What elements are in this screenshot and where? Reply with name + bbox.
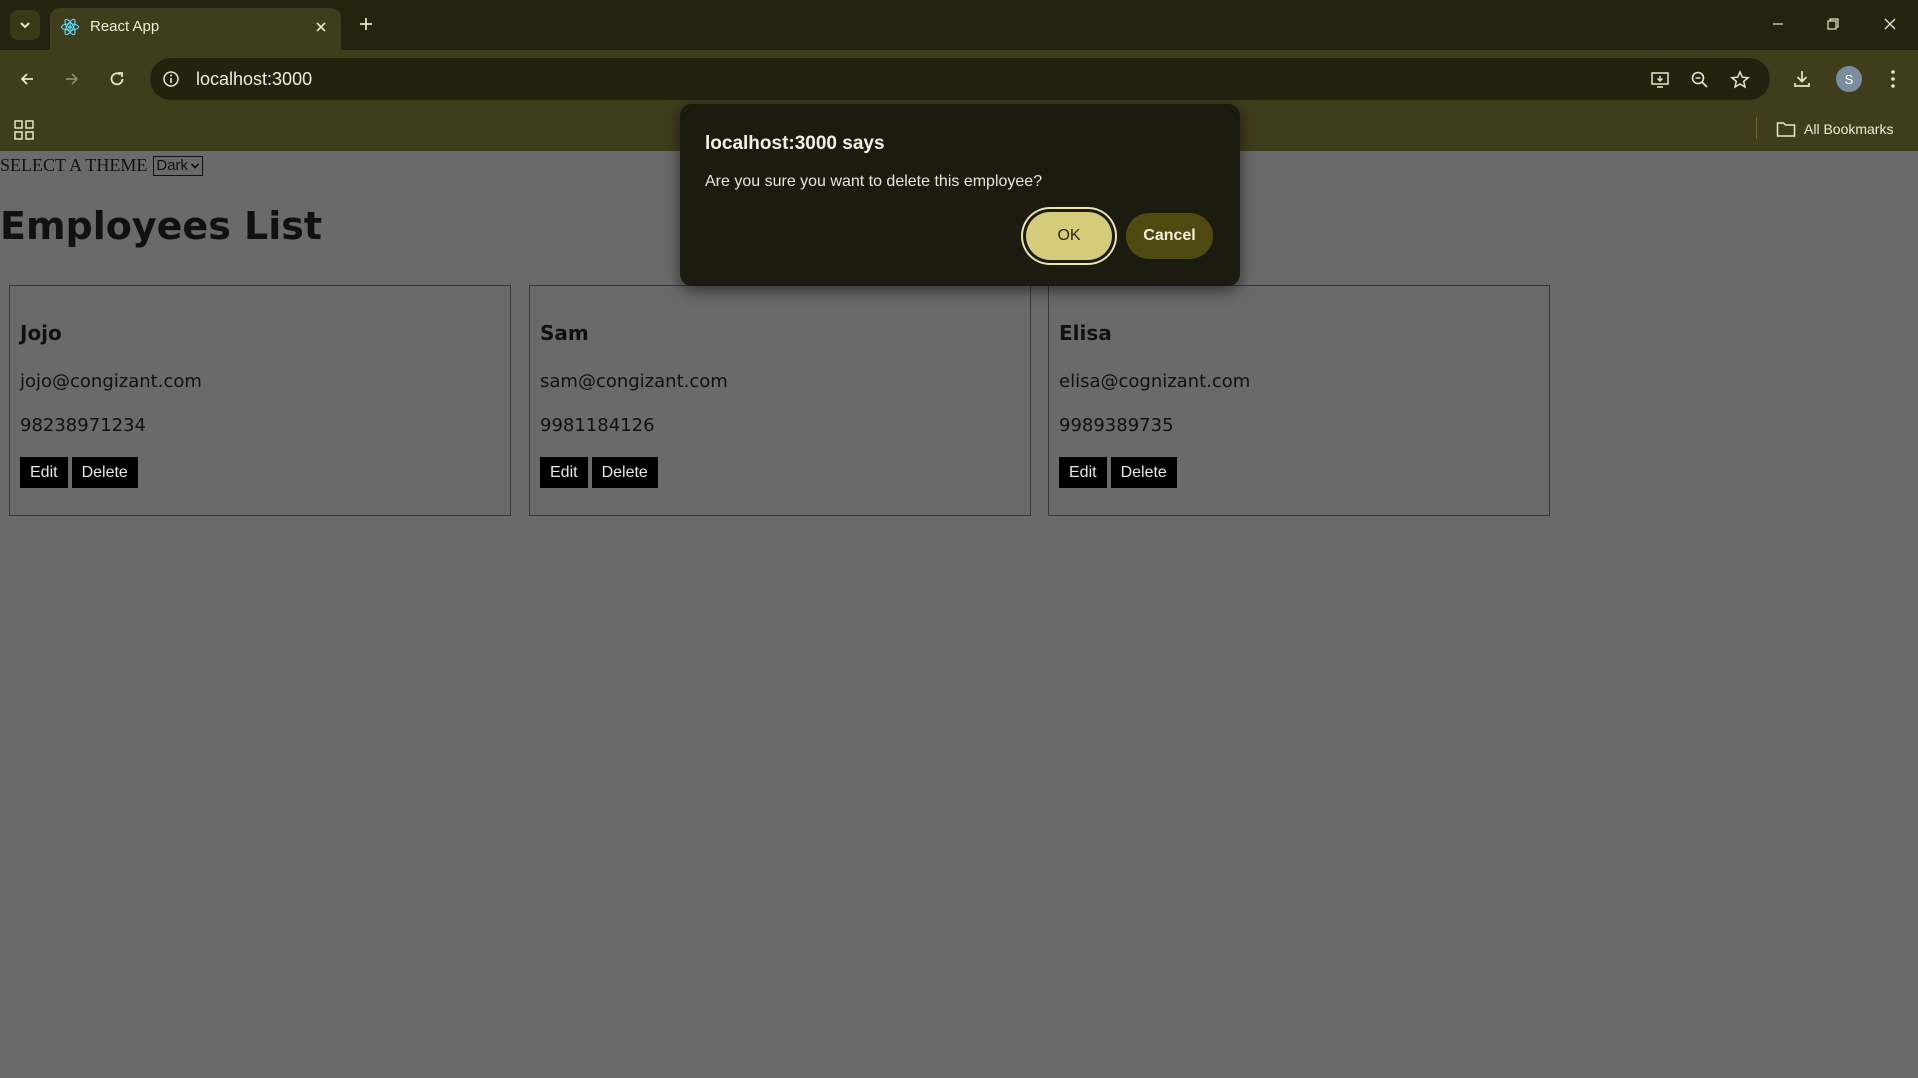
browser-toolbar: localhost:3000 S: [0, 50, 1918, 107]
employee-card: Sam sam@congizant.com 9981184126 Edit De…: [529, 285, 1031, 516]
minimize-icon: [1773, 23, 1783, 25]
cancel-button[interactable]: Cancel: [1126, 213, 1213, 259]
address-bar[interactable]: localhost:3000: [150, 58, 1770, 100]
minimize-button[interactable]: [1758, 8, 1798, 40]
employee-phone: 9989389735: [1059, 415, 1174, 436]
theme-label: SELECT A THEME: [0, 155, 148, 175]
more-vertical-icon: [1891, 70, 1895, 88]
folder-icon: [1776, 122, 1796, 137]
employee-phone: 98238971234: [20, 415, 146, 436]
employee-card: Elisa elisa@cognizant.com 9989389735 Edi…: [1048, 285, 1550, 516]
reload-button[interactable]: [102, 64, 132, 94]
employee-name: Jojo: [20, 321, 62, 345]
employee-name: Sam: [540, 321, 589, 345]
install-app-button[interactable]: [1648, 68, 1672, 92]
edit-button[interactable]: Edit: [540, 457, 588, 488]
arrow-right-icon: [66, 73, 79, 85]
chevron-down-icon: [190, 162, 200, 169]
restore-button[interactable]: [1813, 8, 1853, 40]
zoom-button[interactable]: [1688, 68, 1712, 92]
tab-react-app[interactable]: React App: [50, 8, 341, 50]
downloads-button[interactable]: [1787, 64, 1817, 94]
employee-phone: 9981184126: [540, 415, 655, 436]
delete-button[interactable]: Delete: [71, 457, 138, 488]
forward-button[interactable]: [57, 64, 87, 94]
restore-icon: [1827, 18, 1839, 30]
all-bookmarks-button[interactable]: All Bookmarks: [1776, 117, 1893, 141]
edit-button[interactable]: Edit: [1059, 457, 1107, 488]
back-button[interactable]: [12, 64, 42, 94]
theme-select[interactable]: Dark: [153, 155, 204, 176]
install-icon: [1651, 72, 1669, 88]
ok-button[interactable]: OK: [1026, 212, 1112, 260]
download-icon: [1794, 71, 1810, 87]
zoom-out-icon: [1691, 71, 1708, 88]
page-content: SELECT A THEME Dark Employees List Jojo …: [0, 151, 1918, 1078]
close-icon: [316, 22, 326, 32]
browser-menu-button[interactable]: [1878, 64, 1908, 94]
profile-avatar[interactable]: S: [1836, 66, 1862, 92]
delete-button[interactable]: Delete: [591, 457, 658, 488]
react-logo-icon: [60, 18, 80, 36]
star-icon: [1730, 70, 1750, 89]
bookmarks-divider: [1756, 117, 1757, 139]
tab-strip: React App: [0, 0, 1918, 50]
employee-card: Jojo jojo@congizant.com 98238971234 Edit…: [9, 285, 511, 516]
page-title: Employees List: [0, 204, 323, 248]
arrow-left-icon: [20, 73, 33, 85]
dialog-message: Are you sure you want to delete this emp…: [705, 173, 1043, 190]
tab-title: React App: [90, 18, 160, 35]
close-icon: [1884, 18, 1896, 30]
edit-button[interactable]: Edit: [20, 457, 68, 488]
info-icon: [163, 71, 179, 87]
tab-search-button[interactable]: [10, 10, 40, 40]
all-bookmarks-label: All Bookmarks: [1804, 121, 1894, 137]
new-tab-button[interactable]: [353, 11, 379, 37]
theme-selector-row: SELECT A THEME Dark: [0, 155, 204, 176]
site-info-button[interactable]: [160, 68, 182, 90]
theme-select-value: Dark: [156, 157, 189, 174]
close-window-button[interactable]: [1870, 8, 1910, 40]
delete-button[interactable]: Delete: [1110, 457, 1177, 488]
url-text[interactable]: localhost:3000: [196, 68, 312, 90]
reload-icon: [110, 72, 124, 86]
apps-grid-icon[interactable]: [12, 118, 36, 142]
employee-email: jojo@congizant.com: [20, 371, 202, 392]
employee-name: Elisa: [1059, 321, 1112, 345]
employee-email: elisa@cognizant.com: [1059, 371, 1251, 392]
chevron-down-icon: [20, 22, 30, 29]
dialog-title: localhost:3000 says: [705, 133, 885, 154]
tab-close-button[interactable]: [311, 17, 331, 37]
plus-icon: [360, 18, 372, 30]
confirm-dialog: localhost:3000 says Are you sure you wan…: [680, 104, 1240, 286]
employee-email: sam@congizant.com: [540, 371, 728, 392]
bookmark-star-button[interactable]: [1728, 68, 1752, 92]
